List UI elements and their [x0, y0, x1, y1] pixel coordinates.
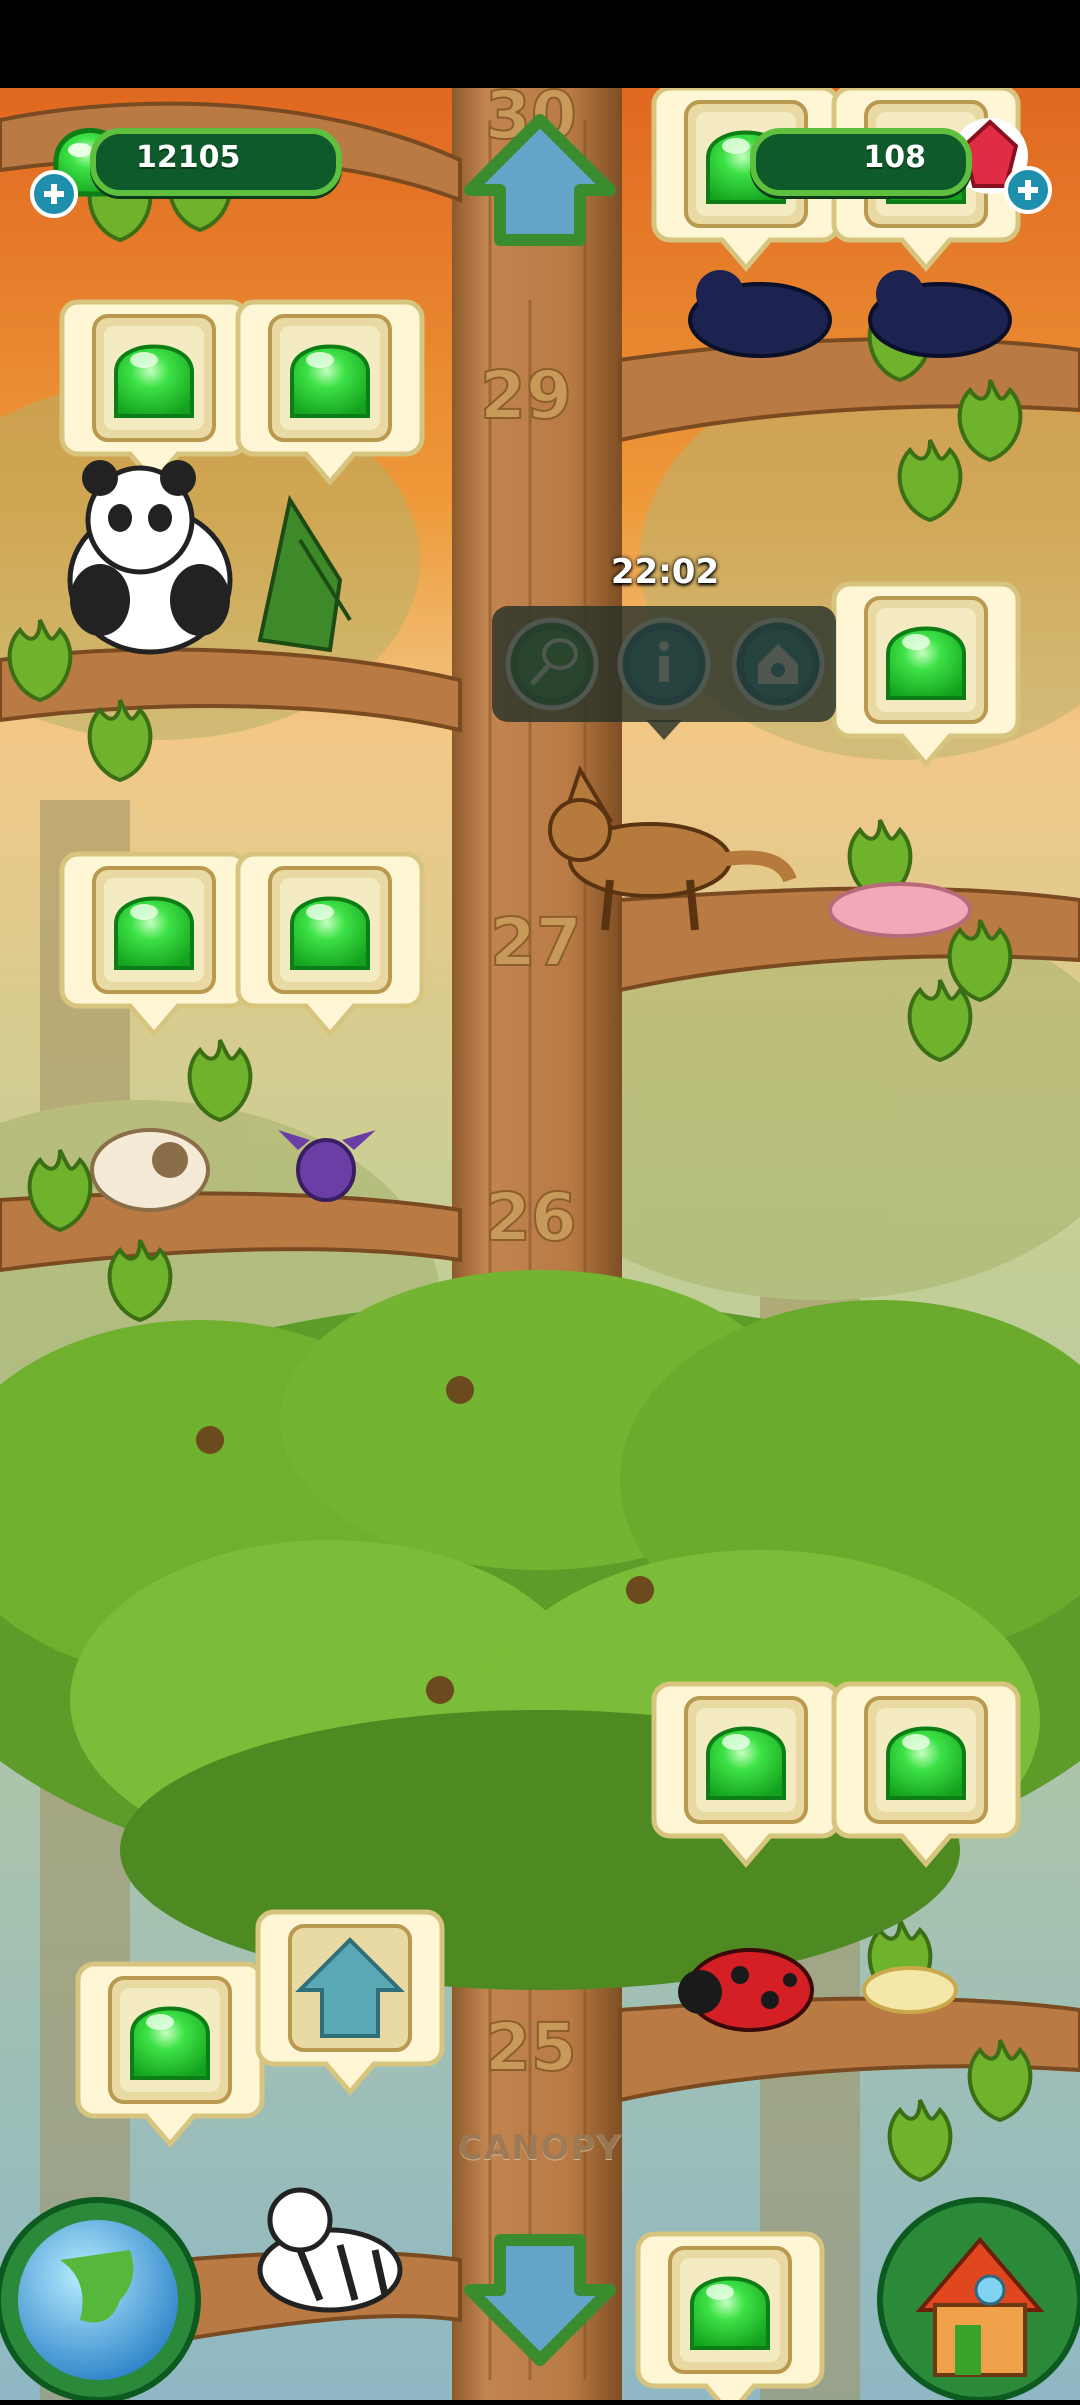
jelly-bubble-24a[interactable] [638, 2234, 822, 2400]
gem-counter: 108 [750, 128, 972, 196]
habitat-action-panel [492, 606, 836, 722]
fish[interactable] [862, 1966, 958, 2014]
jelly-bubble-29b[interactable] [238, 302, 422, 482]
jelly-bubble-26b[interactable] [834, 1684, 1018, 1864]
panel-pointer [646, 720, 682, 740]
status-bar [0, 0, 1080, 88]
map-button[interactable] [0, 2197, 201, 2403]
gem-add-button[interactable] [1004, 166, 1052, 214]
naked-mole-rat[interactable] [828, 882, 972, 938]
gem-count: 108 [863, 140, 926, 175]
habitat-timer: 22:02 [610, 552, 720, 592]
jelly-bubble-28[interactable] [834, 584, 1018, 764]
jelly-bubble-29a[interactable] [62, 302, 246, 482]
jelly-bubble-25[interactable] [78, 1964, 262, 2144]
jelly-bubble-26a[interactable] [654, 1684, 838, 1864]
home-button[interactable] [877, 2197, 1080, 2403]
jelly-counter: 12105 [90, 128, 342, 196]
floor-29-label: 29 [480, 357, 572, 434]
floor-25-label: 25 [485, 2009, 577, 2086]
floor-26-label: 26 [485, 1179, 577, 1256]
jelly-count: 12105 [136, 140, 241, 175]
jelly-bubble-27a[interactable] [62, 854, 246, 1034]
jelly-add-button[interactable] [30, 170, 78, 218]
sheep[interactable] [90, 1128, 210, 1212]
jelly-bubble-27b[interactable] [238, 854, 422, 1034]
upgrade-bubble[interactable] [255, 1909, 445, 2096]
floor-27-label: 27 [490, 904, 582, 981]
section-label: CANOPY [457, 2128, 623, 2168]
game-scene: 30 29 27 26 25 [0, 0, 1080, 2400]
